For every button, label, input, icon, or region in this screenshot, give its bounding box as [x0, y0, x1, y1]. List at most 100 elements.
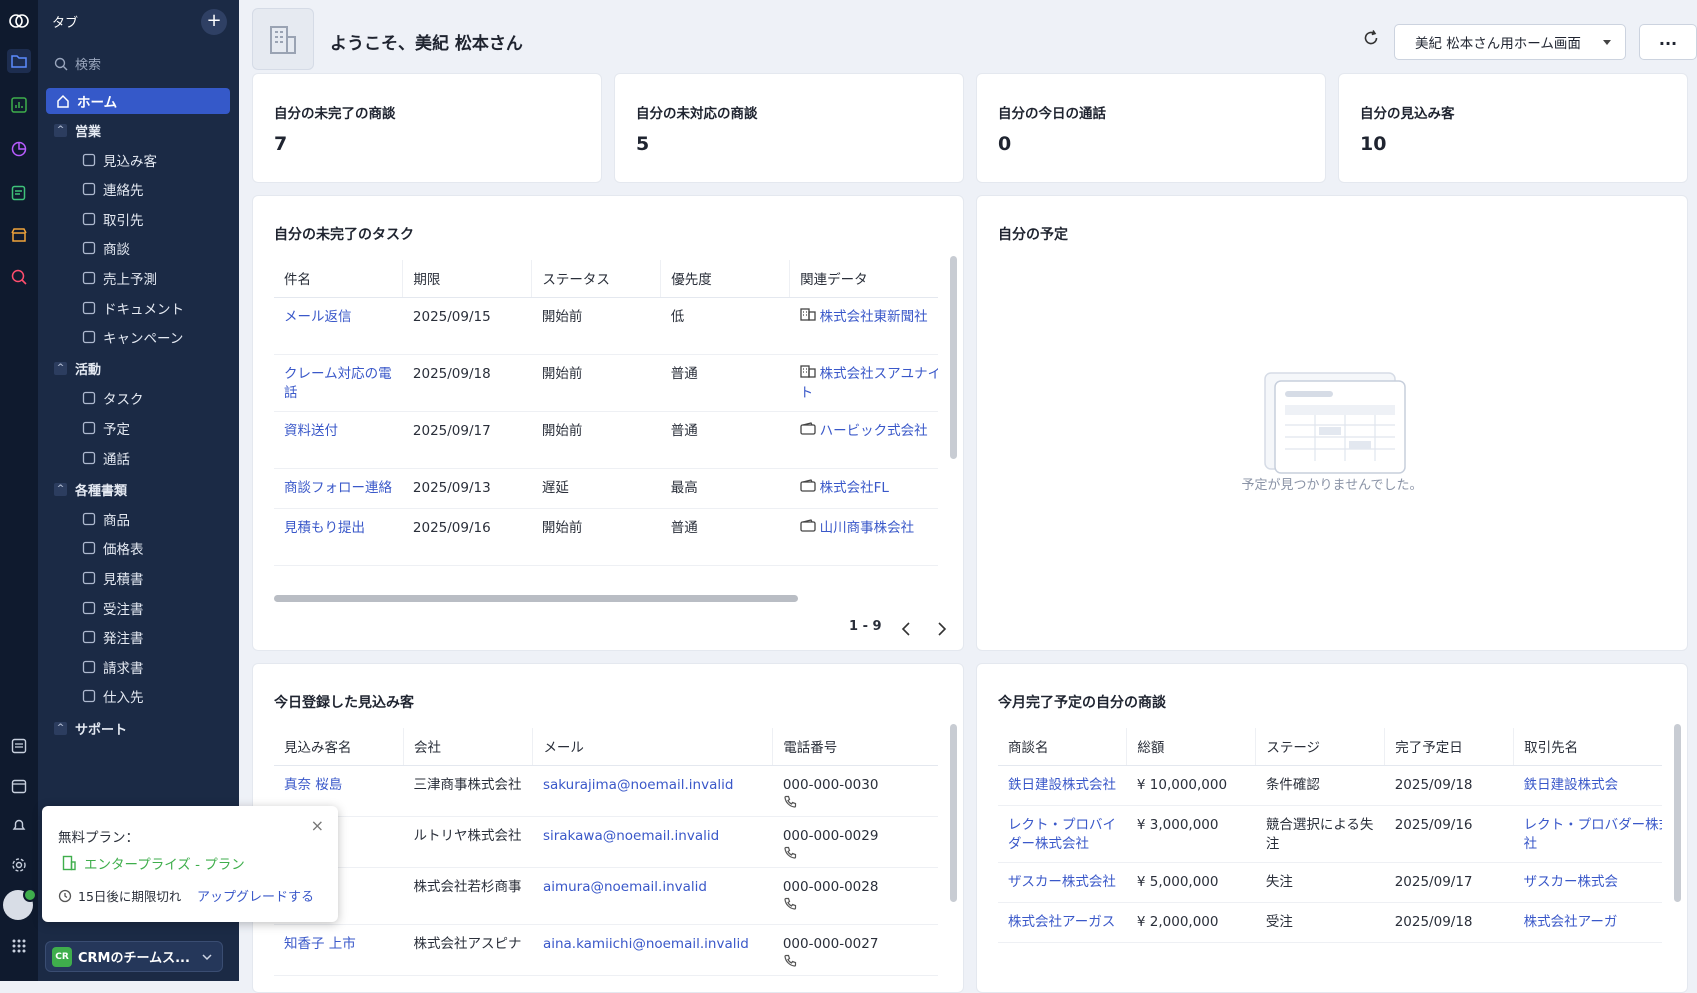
more-options-button[interactable]: ... [1639, 24, 1697, 60]
next-page-icon[interactable] [937, 621, 947, 640]
sidebar-group-0[interactable]: ^ 営業 [38, 117, 239, 143]
column-header[interactable]: 件名 [274, 260, 404, 298]
sidebar-item-leads[interactable]: 見込み客 [38, 147, 239, 173]
sidebar-item-quotes[interactable]: 見積書 [38, 565, 239, 591]
search-app-icon[interactable] [7, 265, 31, 289]
table-row[interactable]: 鉄日建設株式会社 ¥ 10,000,000 条件確認 2025/09/18 鉄日建設株式… [998, 765, 1662, 806]
table-row[interactable]: ザスカー株式会社 ¥ 5,000,000 失注 2025/09/17 ザスカー株式会 [998, 862, 1662, 903]
sidebar-item-tasks[interactable]: タスク [38, 385, 239, 411]
tasks-cell-related[interactable]: ハービック式会社 [820, 423, 928, 439]
deals-cell-account[interactable]: ザスカー株式会 [1524, 874, 1618, 890]
sidebar-item-forecasts[interactable]: 売上予測 [38, 265, 239, 291]
user-avatar[interactable] [3, 888, 37, 920]
column-header[interactable]: 商談名 [998, 728, 1128, 766]
deals-cell-name[interactable]: 株式会社アーガス [1008, 914, 1115, 930]
sidebar-item-deals[interactable]: 商談 [38, 235, 239, 261]
table-row[interactable]: 知香子 上市 株式会社アスピナ aina.kamiichi@noemail.inva… [274, 924, 938, 976]
tasks-cell-related[interactable]: 株式会社FL [820, 480, 889, 496]
calendar-icon[interactable] [7, 774, 31, 798]
phone-icon[interactable] [783, 897, 938, 917]
phone-icon[interactable] [783, 954, 938, 974]
sidebar-item-contacts[interactable]: 連絡先 [38, 176, 239, 202]
table-row[interactable]: クレーム対応の電話 2025/09/18 開始前 普通 株式会社スアユナイテット [274, 354, 938, 412]
sidebar-item-home[interactable]: ホーム [46, 88, 230, 114]
column-header[interactable]: ステージ [1255, 728, 1386, 766]
table-row[interactable]: 株式会社アーガス ¥ 2,000,000 受注 2025/09/18 株式会社アーガ [998, 902, 1662, 943]
sidebar-group-1[interactable]: ^ 活動 [38, 356, 239, 382]
deals-vertical-scrollbar[interactable] [1674, 724, 1681, 902]
deals-cell-account[interactable]: 鉄日建設株式会 [1524, 777, 1619, 793]
column-header[interactable]: 会社 [403, 728, 534, 766]
sidebar-item-sales-orders[interactable]: 受注書 [38, 595, 239, 621]
column-header[interactable]: 完了予定日 [1384, 728, 1515, 766]
sidebar-search[interactable]: 検索 [54, 54, 101, 73]
column-header[interactable]: 電話番号 [772, 728, 938, 766]
deals-cell-account[interactable]: レクト・プロバダー株式会社 [1524, 817, 1662, 852]
tasks-cell-subject[interactable]: 資料送付 [284, 423, 338, 439]
sidebar-item-accounts[interactable]: 取引先 [38, 206, 239, 232]
gear-icon[interactable] [7, 853, 31, 877]
sidebar-item-price-books[interactable]: 価格表 [38, 535, 239, 561]
tasks-cell-subject[interactable]: 商談フォロー連絡 [284, 480, 392, 496]
stat-card-my-leads[interactable]: 自分の見込み客 10 [1338, 73, 1688, 183]
prev-page-icon[interactable] [901, 621, 911, 640]
sidebar-item-documents[interactable]: ドキュメント [38, 295, 239, 321]
table-row[interactable]: 真奈 桜島 三津商事株式会社 sakurajima@noemail.invalid 0… [274, 765, 938, 817]
sidebar-item-invoices[interactable]: 請求書 [38, 654, 239, 680]
sidebar-item-vendors[interactable]: 仕入先 [38, 683, 239, 709]
column-header[interactable]: 見込み客名 [274, 728, 404, 766]
tasks-cell-related[interactable]: 株式会社スアユナイテット [800, 366, 938, 401]
leads-cell-email[interactable]: aimura@noemail.invalid [543, 879, 707, 895]
table-row[interactable]: 資料送付 2025/09/17 開始前 普通 ハービック式会社 [274, 411, 938, 469]
column-header[interactable]: メール [532, 728, 774, 766]
table-row[interactable]: メール返信 2025/09/15 開始前 低 株式会社東新聞社 [274, 297, 938, 355]
apps-grid-icon[interactable] [7, 934, 31, 958]
sidebar-group-2[interactable]: ^ 各種書類 [38, 476, 239, 502]
tasks-cell-subject[interactable]: クレーム対応の電話 [284, 366, 392, 401]
column-header[interactable]: 関連データ [789, 260, 938, 298]
zoho-logo-icon[interactable] [7, 9, 31, 33]
leads-cell-email[interactable]: sirakawa@noemail.invalid [543, 828, 719, 844]
org-switcher[interactable]: CR CRMのチームス... [45, 941, 223, 972]
table-row[interactable]: ルトリヤ株式会社 sirakawa@noemail.invalid 000-000-… [274, 816, 938, 868]
leads-cell-name[interactable]: 真奈 桜島 [284, 777, 342, 793]
table-row[interactable]: レクト・プロバイダー株式会社 ¥ 3,000,000 競合選択による失注 2025/0… [998, 805, 1662, 863]
leads-vertical-scrollbar[interactable] [950, 724, 957, 902]
deals-cell-account[interactable]: 株式会社アーガ [1524, 914, 1618, 930]
store-icon[interactable] [7, 223, 31, 247]
stat-card-open-deals[interactable]: 自分の未完了の商談 7 [252, 73, 602, 183]
sidebar-item-calls[interactable]: 通話 [38, 445, 239, 471]
tasks-vertical-scrollbar[interactable] [950, 256, 957, 459]
tasks-cell-subject[interactable]: メール返信 [284, 309, 352, 325]
analytics-icon[interactable] [7, 93, 31, 117]
table-row[interactable]: 商談フォロー連絡 2025/09/13 遅延 最高 株式会社FL [274, 468, 938, 509]
sidebar-item-campaigns[interactable]: キャンペーン [38, 324, 239, 350]
tasks-cell-subject[interactable]: 見積もり提出 [284, 520, 365, 536]
column-header[interactable]: ステータス [531, 260, 662, 298]
leads-cell-email[interactable]: sakurajima@noemail.invalid [543, 777, 734, 793]
sidebar-item-products[interactable]: 商品 [38, 506, 239, 532]
leads-cell-email[interactable]: aina.kamiichi@noemail.invalid [543, 936, 749, 952]
phone-icon[interactable] [783, 795, 938, 815]
tasks-cell-related[interactable]: 株式会社東新聞社 [820, 309, 928, 325]
column-header[interactable]: 総額 [1126, 728, 1257, 766]
table-row[interactable]: 見積もり提出 2025/09/16 開始前 普通 山川商事株会社 [274, 508, 938, 566]
sidebar-group-3[interactable]: ^ サポート [38, 715, 239, 741]
deals-cell-name[interactable]: 鉄日建設株式会社 [1008, 777, 1116, 793]
pie-chart-icon[interactable] [7, 137, 31, 161]
column-header[interactable]: 優先度 [660, 260, 791, 298]
stat-card-today-calls[interactable]: 自分の今日の通話 0 [976, 73, 1326, 183]
upgrade-link[interactable]: アップグレードする [197, 886, 314, 905]
column-header[interactable]: 期限 [402, 260, 533, 298]
deals-cell-name[interactable]: レクト・プロバイダー株式会社 [1008, 817, 1116, 852]
refresh-icon[interactable] [1362, 29, 1380, 51]
tasks-horizontal-scrollbar[interactable] [274, 595, 798, 602]
sidebar-item-purchase-orders[interactable]: 発注書 [38, 624, 239, 650]
leads-cell-name[interactable]: 知香子 上市 [284, 936, 356, 952]
phone-icon[interactable] [783, 846, 938, 866]
stat-card-untouched-deals[interactable]: 自分の未対応の商談 5 [614, 73, 964, 183]
deals-cell-name[interactable]: ザスカー株式会社 [1008, 874, 1116, 890]
sidebar-item-events[interactable]: 予定 [38, 415, 239, 441]
add-tab-button[interactable]: + [201, 9, 227, 35]
column-header[interactable]: 取引先名 [1513, 728, 1662, 766]
